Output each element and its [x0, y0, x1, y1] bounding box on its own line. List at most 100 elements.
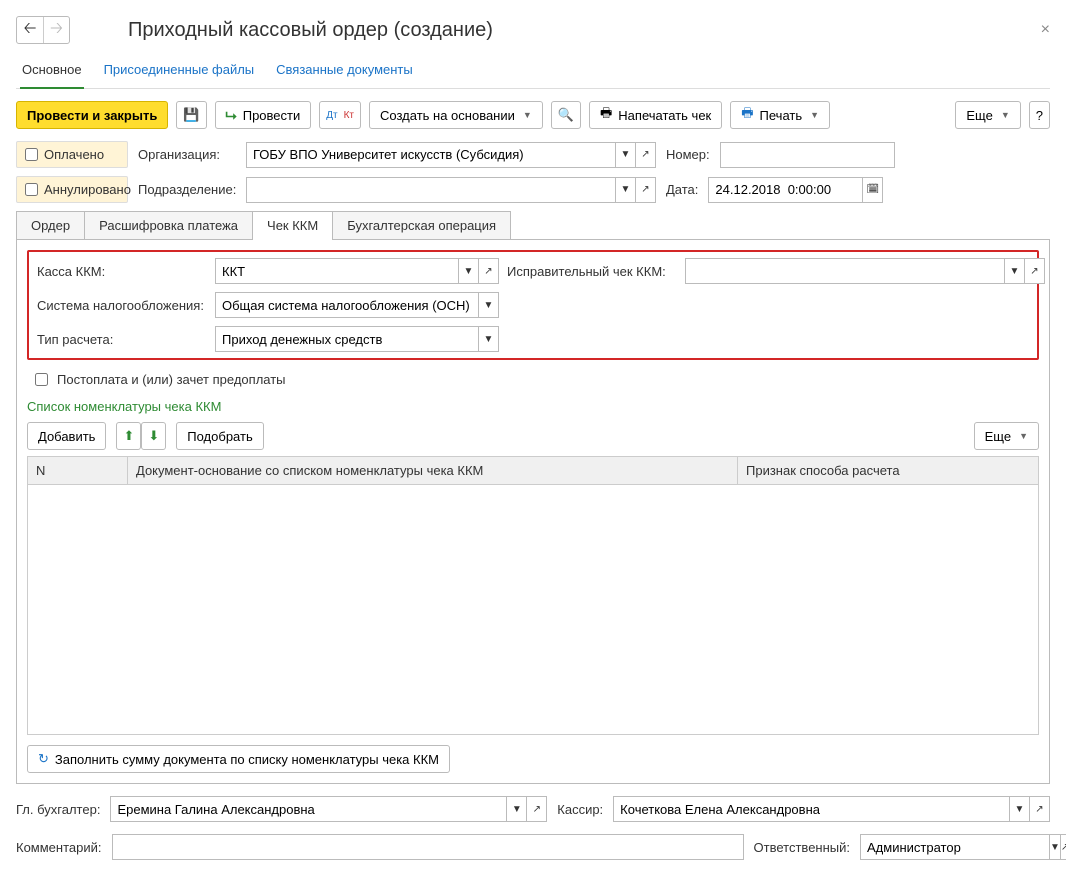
postpay-label: Постоплата и (или) зачет предоплаты	[57, 372, 286, 387]
arrow-up-icon: ⬆	[123, 428, 134, 444]
list-more-button[interactable]: Еще ▼	[974, 422, 1039, 450]
kassa-input[interactable]	[215, 258, 459, 284]
list-more-label: Еще	[985, 429, 1011, 444]
dept-input[interactable]	[246, 177, 616, 203]
subtab-files[interactable]: Присоединенные файлы	[102, 56, 257, 88]
calc-input[interactable]	[215, 326, 479, 352]
paid-checkbox[interactable]: Оплачено	[16, 141, 128, 168]
more-button[interactable]: Еще▼	[955, 101, 1020, 129]
kassa-open-icon[interactable]: ↗	[479, 258, 499, 284]
subtab-linked[interactable]: Связанные документы	[274, 56, 415, 88]
number-input[interactable]	[720, 142, 895, 168]
org-open-icon[interactable]: ↗	[636, 142, 656, 168]
number-label: Номер:	[666, 147, 710, 162]
fill-sum-label: Заполнить сумму документа по списку номе…	[55, 752, 439, 767]
tab-cheque[interactable]: Чек ККМ	[252, 211, 333, 239]
page-title: Приходный кассовый ордер (создание)	[128, 19, 1033, 42]
print-button[interactable]: 🖶Печать▼	[730, 101, 830, 129]
org-label: Организация:	[138, 147, 236, 162]
tab-order[interactable]: Ордер	[16, 211, 85, 239]
post-button-label: Провести	[243, 108, 301, 123]
corr-open-icon[interactable]: ↗	[1025, 258, 1045, 284]
col-doc[interactable]: Документ-основание со списком номенклату…	[128, 457, 738, 484]
list-title: Список номенклатуры чека ККМ	[27, 399, 1039, 414]
dtkt-button[interactable]: Дт Кт	[319, 101, 361, 129]
dept-open-icon[interactable]: ↗	[636, 177, 656, 203]
move-up-button[interactable]: ⬆	[116, 422, 141, 450]
search-button[interactable]: 🔍	[551, 101, 581, 129]
print-label: Печать	[760, 108, 803, 123]
dept-label: Подразделение:	[138, 182, 236, 197]
corr-dropdown-icon[interactable]: ▼	[1005, 258, 1025, 284]
save-button[interactable]: 💾	[176, 101, 206, 129]
postpay-checkbox[interactable]: Постоплата и (или) зачет предоплаты	[31, 370, 286, 389]
resp-open-icon[interactable]: ↗	[1061, 834, 1066, 860]
calc-dropdown-icon[interactable]: ▼	[479, 326, 499, 352]
annulled-label: Аннулировано	[44, 182, 131, 197]
annulled-checkbox[interactable]: Аннулировано	[16, 176, 128, 203]
chief-open-icon[interactable]: ↗	[527, 796, 547, 822]
col-method[interactable]: Признак способа расчета	[738, 457, 1038, 484]
diskette-icon: 💾	[183, 107, 199, 123]
dtkt-icon: Дт	[326, 110, 337, 121]
kassa-dropdown-icon[interactable]: ▼	[459, 258, 479, 284]
paid-label: Оплачено	[44, 147, 104, 162]
subtab-main[interactable]: Основное	[20, 56, 84, 89]
move-down-button[interactable]: ⬇	[141, 422, 166, 450]
back-button[interactable]: 🡠	[17, 17, 43, 43]
tab-detail[interactable]: Расшифровка платежа	[84, 211, 253, 239]
add-button[interactable]: Добавить	[27, 422, 106, 450]
document-tabs: Ордер Расшифровка платежа Чек ККМ Бухгал…	[16, 211, 1050, 240]
post-and-close-button[interactable]: Провести и закрыть	[16, 101, 168, 129]
paid-checkbox-input[interactable]	[25, 148, 38, 161]
col-n[interactable]: N	[28, 457, 128, 484]
circle-arrow-icon: ↻	[38, 751, 49, 767]
cashier-label: Кассир:	[557, 802, 603, 817]
calendar-icon[interactable]: 🗓	[863, 177, 883, 203]
resp-label: Ответственный:	[754, 840, 850, 855]
calc-label: Тип расчета:	[37, 332, 207, 347]
more-label: Еще	[966, 108, 992, 123]
resp-input[interactable]	[860, 834, 1050, 860]
close-icon[interactable]: ×	[1041, 21, 1050, 39]
tab-cheque-body: Касса ККМ: ▼ ↗ Исправительный чек ККМ: ▼…	[16, 240, 1050, 784]
tax-dropdown-icon[interactable]: ▼	[479, 292, 499, 318]
kt-icon: Кт	[344, 110, 354, 121]
pick-button[interactable]: Подобрать	[176, 422, 263, 450]
org-input[interactable]	[246, 142, 616, 168]
tab-acc[interactable]: Бухгалтерская операция	[332, 211, 511, 239]
date-label: Дата:	[666, 182, 698, 197]
kassa-label: Касса ККМ:	[37, 264, 207, 279]
create-based-label: Создать на основании	[380, 108, 515, 123]
chevron-down-icon: ▼	[810, 110, 819, 120]
fill-sum-button[interactable]: ↻ Заполнить сумму документа по списку ном…	[27, 745, 450, 773]
comment-label: Комментарий:	[16, 840, 102, 855]
grid-body[interactable]	[27, 485, 1039, 735]
cashier-input[interactable]	[613, 796, 1010, 822]
corr-input[interactable]	[685, 258, 1005, 284]
create-based-button[interactable]: Создать на основании▼	[369, 101, 543, 129]
print-cheque-button[interactable]: 🖶 Напечатать чек	[589, 101, 722, 129]
help-button[interactable]: ?	[1029, 101, 1050, 129]
print-cheque-label: Напечатать чек	[618, 108, 711, 123]
comment-input[interactable]	[112, 834, 744, 860]
cashier-dropdown-icon[interactable]: ▼	[1010, 796, 1030, 822]
tax-input[interactable]	[215, 292, 479, 318]
grid-header: N Документ-основание со списком номенкла…	[27, 456, 1039, 485]
post-icon: ⮡	[226, 107, 237, 124]
chevron-down-icon: ▼	[1019, 431, 1028, 441]
main-toolbar: Провести и закрыть 💾 ⮡ Провести Дт Кт Созд…	[16, 101, 1050, 129]
annulled-checkbox-input[interactable]	[25, 183, 38, 196]
chief-input[interactable]	[110, 796, 507, 822]
org-dropdown-icon[interactable]: ▼	[616, 142, 636, 168]
chief-dropdown-icon[interactable]: ▼	[507, 796, 527, 822]
receipt-icon: 🖶	[600, 104, 612, 126]
cashier-open-icon[interactable]: ↗	[1030, 796, 1050, 822]
postpay-checkbox-input[interactable]	[35, 373, 48, 386]
forward-button[interactable]: 🡢	[43, 17, 69, 43]
dept-dropdown-icon[interactable]: ▼	[616, 177, 636, 203]
sub-tabs: Основное Присоединенные файлы Связанные …	[16, 56, 1050, 89]
resp-dropdown-icon[interactable]: ▼	[1050, 834, 1061, 860]
post-button[interactable]: ⮡ Провести	[215, 101, 312, 129]
date-input[interactable]	[708, 177, 863, 203]
